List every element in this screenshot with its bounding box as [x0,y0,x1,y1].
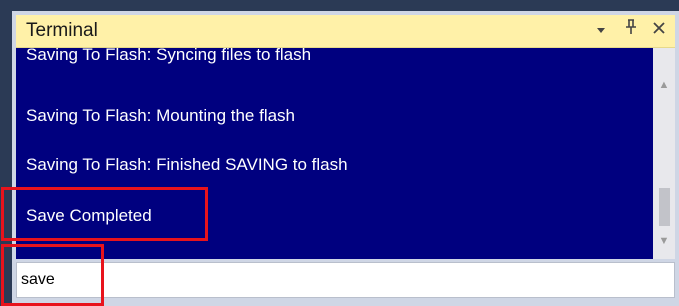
screenshot-frame: Terminal Saving To Flash: Syncing files … [0,0,679,306]
output-line-save-completed: Save Completed [26,206,152,225]
output-line: Saving To Flash: Mounting the flash [26,106,296,125]
chevron-down-icon[interactable] [590,21,612,43]
vertical-scrollbar[interactable]: ▲ ▼ [653,48,675,259]
terminal-titlebar: Terminal [16,15,675,48]
terminal-panel: Terminal Saving To Flash: Syncing files … [12,11,679,306]
chevron-down-icon-svg [597,28,605,33]
scroll-up-arrow-icon[interactable]: ▲ [653,74,675,96]
terminal-command-input[interactable] [17,263,674,297]
terminal-input-row [16,262,675,298]
scroll-down-arrow-icon[interactable]: ▼ [653,230,675,252]
pin-icon[interactable] [620,19,642,41]
output-line: Saving To Flash: Finished SAVING to flas… [26,155,348,174]
close-icon[interactable] [648,19,670,41]
output-line: Saving To Flash: Syncing files to flash [26,48,312,64]
close-icon-svg [653,22,665,34]
pin-icon-svg [626,19,636,34]
scrollbar-thumb[interactable] [659,188,670,226]
terminal-output[interactable]: Saving To Flash: Syncing files to flash … [16,48,653,259]
terminal-title: Terminal [26,20,98,41]
